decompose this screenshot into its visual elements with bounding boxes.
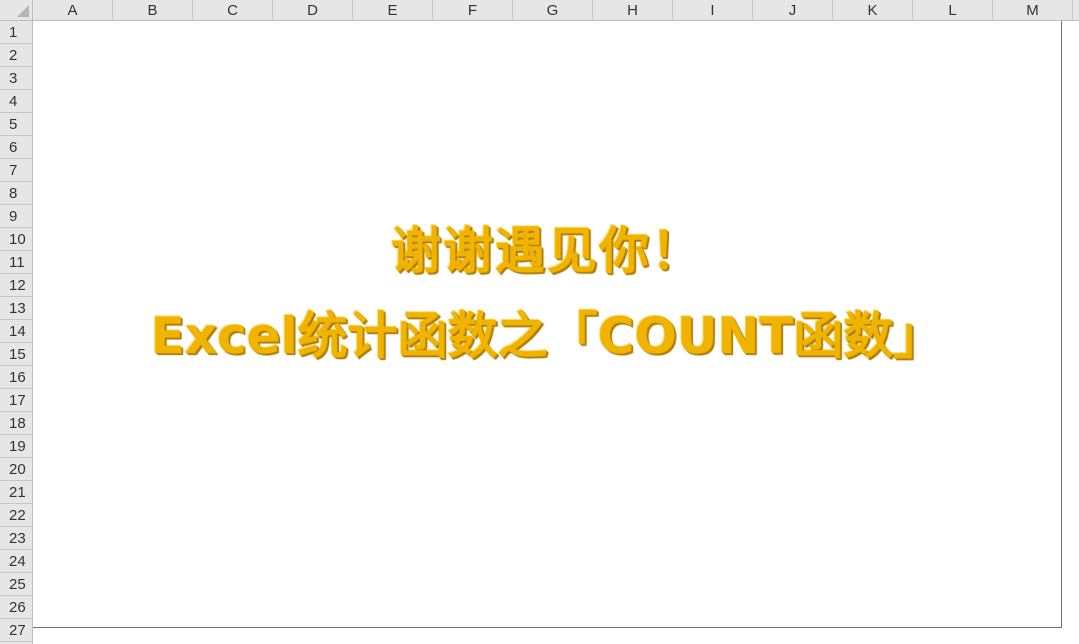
- row-header-17[interactable]: 17: [0, 389, 32, 412]
- row-header-2[interactable]: 2: [0, 44, 32, 67]
- column-header-c[interactable]: C: [193, 0, 273, 20]
- row-header-14[interactable]: 14: [0, 320, 32, 343]
- column-header-b[interactable]: B: [113, 0, 193, 20]
- column-header-e[interactable]: E: [353, 0, 433, 20]
- column-header-h[interactable]: H: [593, 0, 673, 20]
- row-header-19[interactable]: 19: [0, 435, 32, 458]
- row-header-13[interactable]: 13: [0, 297, 32, 320]
- row-header-8[interactable]: 8: [0, 182, 32, 205]
- picture-object[interactable]: 谢谢遇见你！ Excel统计函数之「COUNT函数」: [33, 21, 1062, 628]
- spreadsheet: ABCDEFGHIJKLM 1 2 3 4 5 6 7 8 9 10 11 12 13 14 15 16 17 1…: [0, 0, 1079, 644]
- column-header-l[interactable]: L: [913, 0, 993, 20]
- row-header-15[interactable]: 15: [0, 343, 32, 366]
- column-header-k[interactable]: K: [833, 0, 913, 20]
- row-header-22[interactable]: 22: [0, 504, 32, 527]
- row-header-16[interactable]: 16: [0, 366, 32, 389]
- row-header-12[interactable]: 12: [0, 274, 32, 297]
- column-header-j[interactable]: J: [753, 0, 833, 20]
- picture-title-line2: Excel统计函数之「COUNT函数」: [150, 307, 944, 365]
- column-header-m[interactable]: M: [993, 0, 1073, 20]
- row-header-21[interactable]: 21: [0, 481, 32, 504]
- column-header-i[interactable]: I: [673, 0, 753, 20]
- select-all-triangle-icon: [17, 5, 29, 17]
- select-all-button[interactable]: [0, 0, 33, 21]
- row-header-26[interactable]: 26: [0, 596, 32, 619]
- row-header-27[interactable]: 27: [0, 619, 32, 642]
- picture-title-line1: 谢谢遇见你！: [391, 222, 703, 280]
- row-header-10[interactable]: 10: [0, 228, 32, 251]
- row-header-9[interactable]: 9: [0, 205, 32, 228]
- row-header-5[interactable]: 5: [0, 113, 32, 136]
- column-header-f[interactable]: F: [433, 0, 513, 20]
- row-header-24[interactable]: 24: [0, 550, 32, 573]
- column-header-a[interactable]: A: [33, 0, 113, 20]
- row-header-25[interactable]: 25: [0, 573, 32, 596]
- column-header-g[interactable]: G: [513, 0, 593, 20]
- row-header-7[interactable]: 7: [0, 159, 32, 182]
- row-header-4[interactable]: 4: [0, 90, 32, 113]
- row-header-bar: 1 2 3 4 5 6 7 8 9 10 11 12 13 14 15 16 17 18 19 20 21 22 23 24 2…: [0, 21, 33, 644]
- column-header-bar: ABCDEFGHIJKLM: [33, 0, 1079, 21]
- row-header-3[interactable]: 3: [0, 67, 32, 90]
- column-header-d[interactable]: D: [273, 0, 353, 20]
- row-header-23[interactable]: 23: [0, 527, 32, 550]
- row-header-20[interactable]: 20: [0, 458, 32, 481]
- row-header-1[interactable]: 1: [0, 21, 32, 44]
- row-header-18[interactable]: 18: [0, 412, 32, 435]
- row-header-6[interactable]: 6: [0, 136, 32, 159]
- row-header-11[interactable]: 11: [0, 251, 32, 274]
